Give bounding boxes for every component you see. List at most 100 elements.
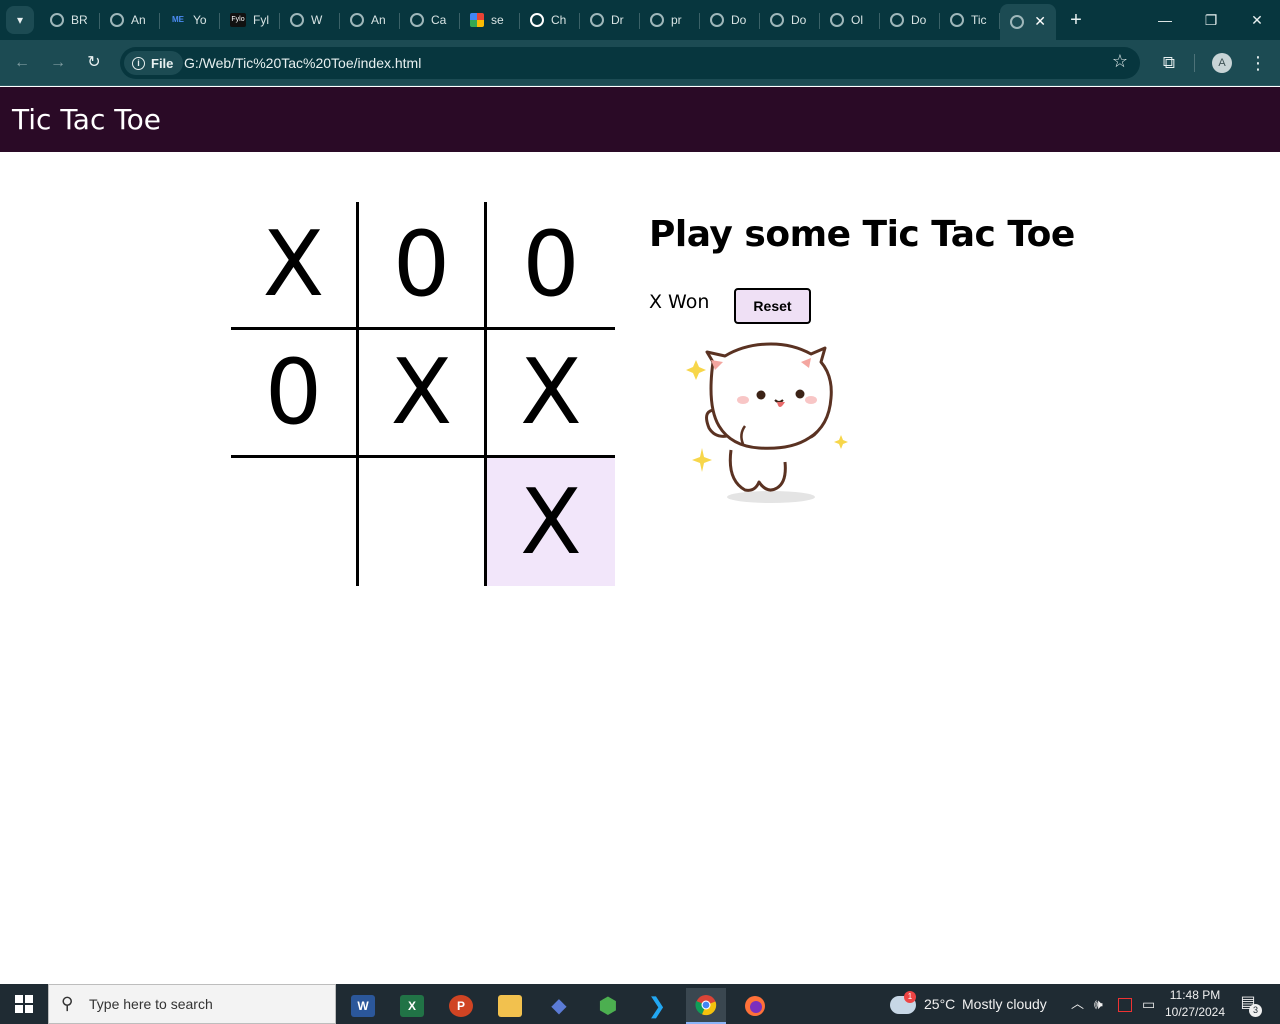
globe-icon (290, 13, 304, 27)
tab-label: Do (791, 13, 807, 27)
taskbar-clock[interactable]: 11:48 PM 10/27/2024 (1160, 987, 1230, 1021)
browser-tab[interactable]: pr (640, 4, 700, 36)
active-browser-tab[interactable]: ✕ (1000, 4, 1056, 40)
minimize-button[interactable]: — (1142, 0, 1188, 40)
taskbar-app-chrome[interactable] (686, 988, 726, 1024)
tray-chevron-up-icon[interactable]: ︿ (1071, 984, 1084, 1024)
volume-icon[interactable]: 🕪 (1094, 984, 1103, 1024)
chatgpt-icon (530, 13, 544, 27)
excel-icon: X (400, 995, 424, 1017)
board-cell[interactable] (231, 458, 359, 586)
browser-tab-strip: ▾ BR An ME Yo Fylo Fyl W An Ca se Ch Dr pr… (0, 0, 1280, 40)
word-icon: W (351, 995, 375, 1017)
globe-icon (770, 13, 784, 27)
board-cell[interactable]: 0 (487, 202, 615, 330)
page-header: Tic Tac Toe (0, 87, 1280, 152)
address-bar[interactable]: i File G:/Web/Tic%20Tac%20Toe/index.html… (120, 47, 1140, 79)
globe-icon (110, 13, 124, 27)
browser-tab[interactable]: Ol (820, 4, 880, 36)
globe-icon (50, 13, 64, 27)
firefox-icon (745, 996, 765, 1016)
url-text[interactable]: G:/Web/Tic%20Tac%20Toe/index.html (184, 55, 421, 71)
weather-widget[interactable]: 1 (890, 984, 916, 1024)
search-icon: ⚲ (61, 994, 74, 1013)
browser-tab[interactable]: An (340, 4, 400, 36)
browser-tab[interactable]: Ch (520, 4, 580, 36)
taskbar-app-file-explorer[interactable] (490, 988, 530, 1024)
chrome-icon (695, 995, 717, 1016)
board-cell[interactable]: 0 (359, 202, 487, 330)
tab-label: Ol (851, 13, 863, 27)
globe-icon (950, 13, 964, 27)
board-cell[interactable]: X (231, 202, 359, 330)
taskbar-app-excel[interactable]: X (392, 988, 432, 1024)
fylo-icon: Fylo (230, 13, 246, 27)
board-cell[interactable]: X (359, 330, 487, 458)
browser-tab[interactable]: Do (880, 4, 940, 36)
vscode-icon: ❯ (647, 993, 667, 1018)
browser-tab[interactable]: Do (760, 4, 820, 36)
globe-icon (590, 13, 604, 27)
browser-tab[interactable]: W (280, 4, 340, 36)
new-tab-button[interactable]: + (1064, 6, 1088, 34)
taskbar-app-nodejs[interactable]: ⬢ (588, 988, 628, 1024)
board-cell[interactable]: X (487, 330, 615, 458)
status-row: X Won Reset (649, 288, 849, 328)
page-header-title: Tic Tac Toe (12, 103, 161, 136)
git-icon: ◆ (551, 995, 567, 1017)
browser-tab[interactable]: Do (700, 4, 760, 36)
network-icon[interactable]: ▭ (1142, 984, 1155, 1024)
extensions-puzzle-icon[interactable]: ⧉ (1156, 50, 1182, 76)
board-cell[interactable] (359, 458, 487, 586)
browser-tab[interactable]: Dr (580, 4, 640, 36)
tab-search-button[interactable]: ▾ (6, 6, 34, 34)
profile-avatar[interactable]: A (1212, 53, 1232, 73)
browser-tab[interactable]: Ca (400, 4, 460, 36)
game-heading: Play some Tic Tac Toe (649, 214, 1075, 255)
grid-icon (470, 13, 484, 27)
more-menu-icon[interactable]: ⋮ (1248, 50, 1268, 76)
site-chip-label: File (151, 55, 174, 71)
file-explorer-icon (498, 995, 522, 1017)
taskbar-app-firefox[interactable] (735, 988, 775, 1024)
clock-date: 10/27/2024 (1164, 1005, 1226, 1019)
reset-button[interactable]: Reset (734, 288, 811, 324)
taskbar-app-vscode[interactable]: ❯ (637, 988, 677, 1024)
board-cell-highlighted[interactable]: X (487, 458, 615, 586)
taskbar-app-word[interactable]: W (343, 988, 383, 1024)
browser-tab[interactable]: Fylo Fyl (220, 4, 280, 36)
weather-badge: 1 (904, 991, 916, 1003)
back-button[interactable]: ← (9, 50, 35, 76)
tab-label: se (491, 13, 504, 27)
start-button[interactable] (0, 984, 48, 1024)
board-cell[interactable]: 0 (231, 330, 359, 458)
globe-icon (650, 13, 664, 27)
taskbar-app-git[interactable]: ◆ (539, 988, 579, 1024)
browser-toolbar: ← → ↻ i File G:/Web/Tic%20Tac%20Toe/inde… (0, 40, 1280, 86)
forward-button[interactable]: → (45, 50, 71, 76)
tab-label: Do (911, 13, 927, 27)
browser-tab[interactable]: se (460, 4, 520, 36)
bookmark-star-icon[interactable]: ☆ (1112, 51, 1128, 72)
reload-button[interactable]: ↻ (81, 50, 107, 76)
close-window-button[interactable]: ✕ (1234, 0, 1280, 40)
powerpoint-icon: P (449, 995, 473, 1017)
browser-tab[interactable]: BR (40, 4, 100, 36)
me-icon: ME (172, 15, 184, 24)
tab-label: pr (671, 13, 682, 27)
browser-tab[interactable]: An (100, 4, 160, 36)
browser-tab[interactable]: Tic (940, 4, 1000, 36)
restore-button[interactable]: ❐ (1188, 0, 1234, 40)
browser-tab[interactable]: ME Yo (160, 4, 220, 36)
tab-label: Fyl (253, 13, 269, 27)
taskbar-app-powerpoint[interactable]: P (441, 988, 481, 1024)
chevron-down-icon: ▾ (16, 13, 24, 27)
weather-temperature: 25°C (924, 996, 956, 1012)
close-tab-icon[interactable]: ✕ (1034, 13, 1046, 30)
globe-icon (710, 13, 724, 27)
pdf-tray-icon[interactable] (1118, 984, 1132, 1024)
taskbar-search-box[interactable]: ⚲ Type here to search (48, 984, 336, 1024)
site-info-chip[interactable]: i File (124, 51, 184, 75)
weather-description: Mostly cloudy (962, 996, 1047, 1012)
tab-label: An (131, 13, 146, 27)
